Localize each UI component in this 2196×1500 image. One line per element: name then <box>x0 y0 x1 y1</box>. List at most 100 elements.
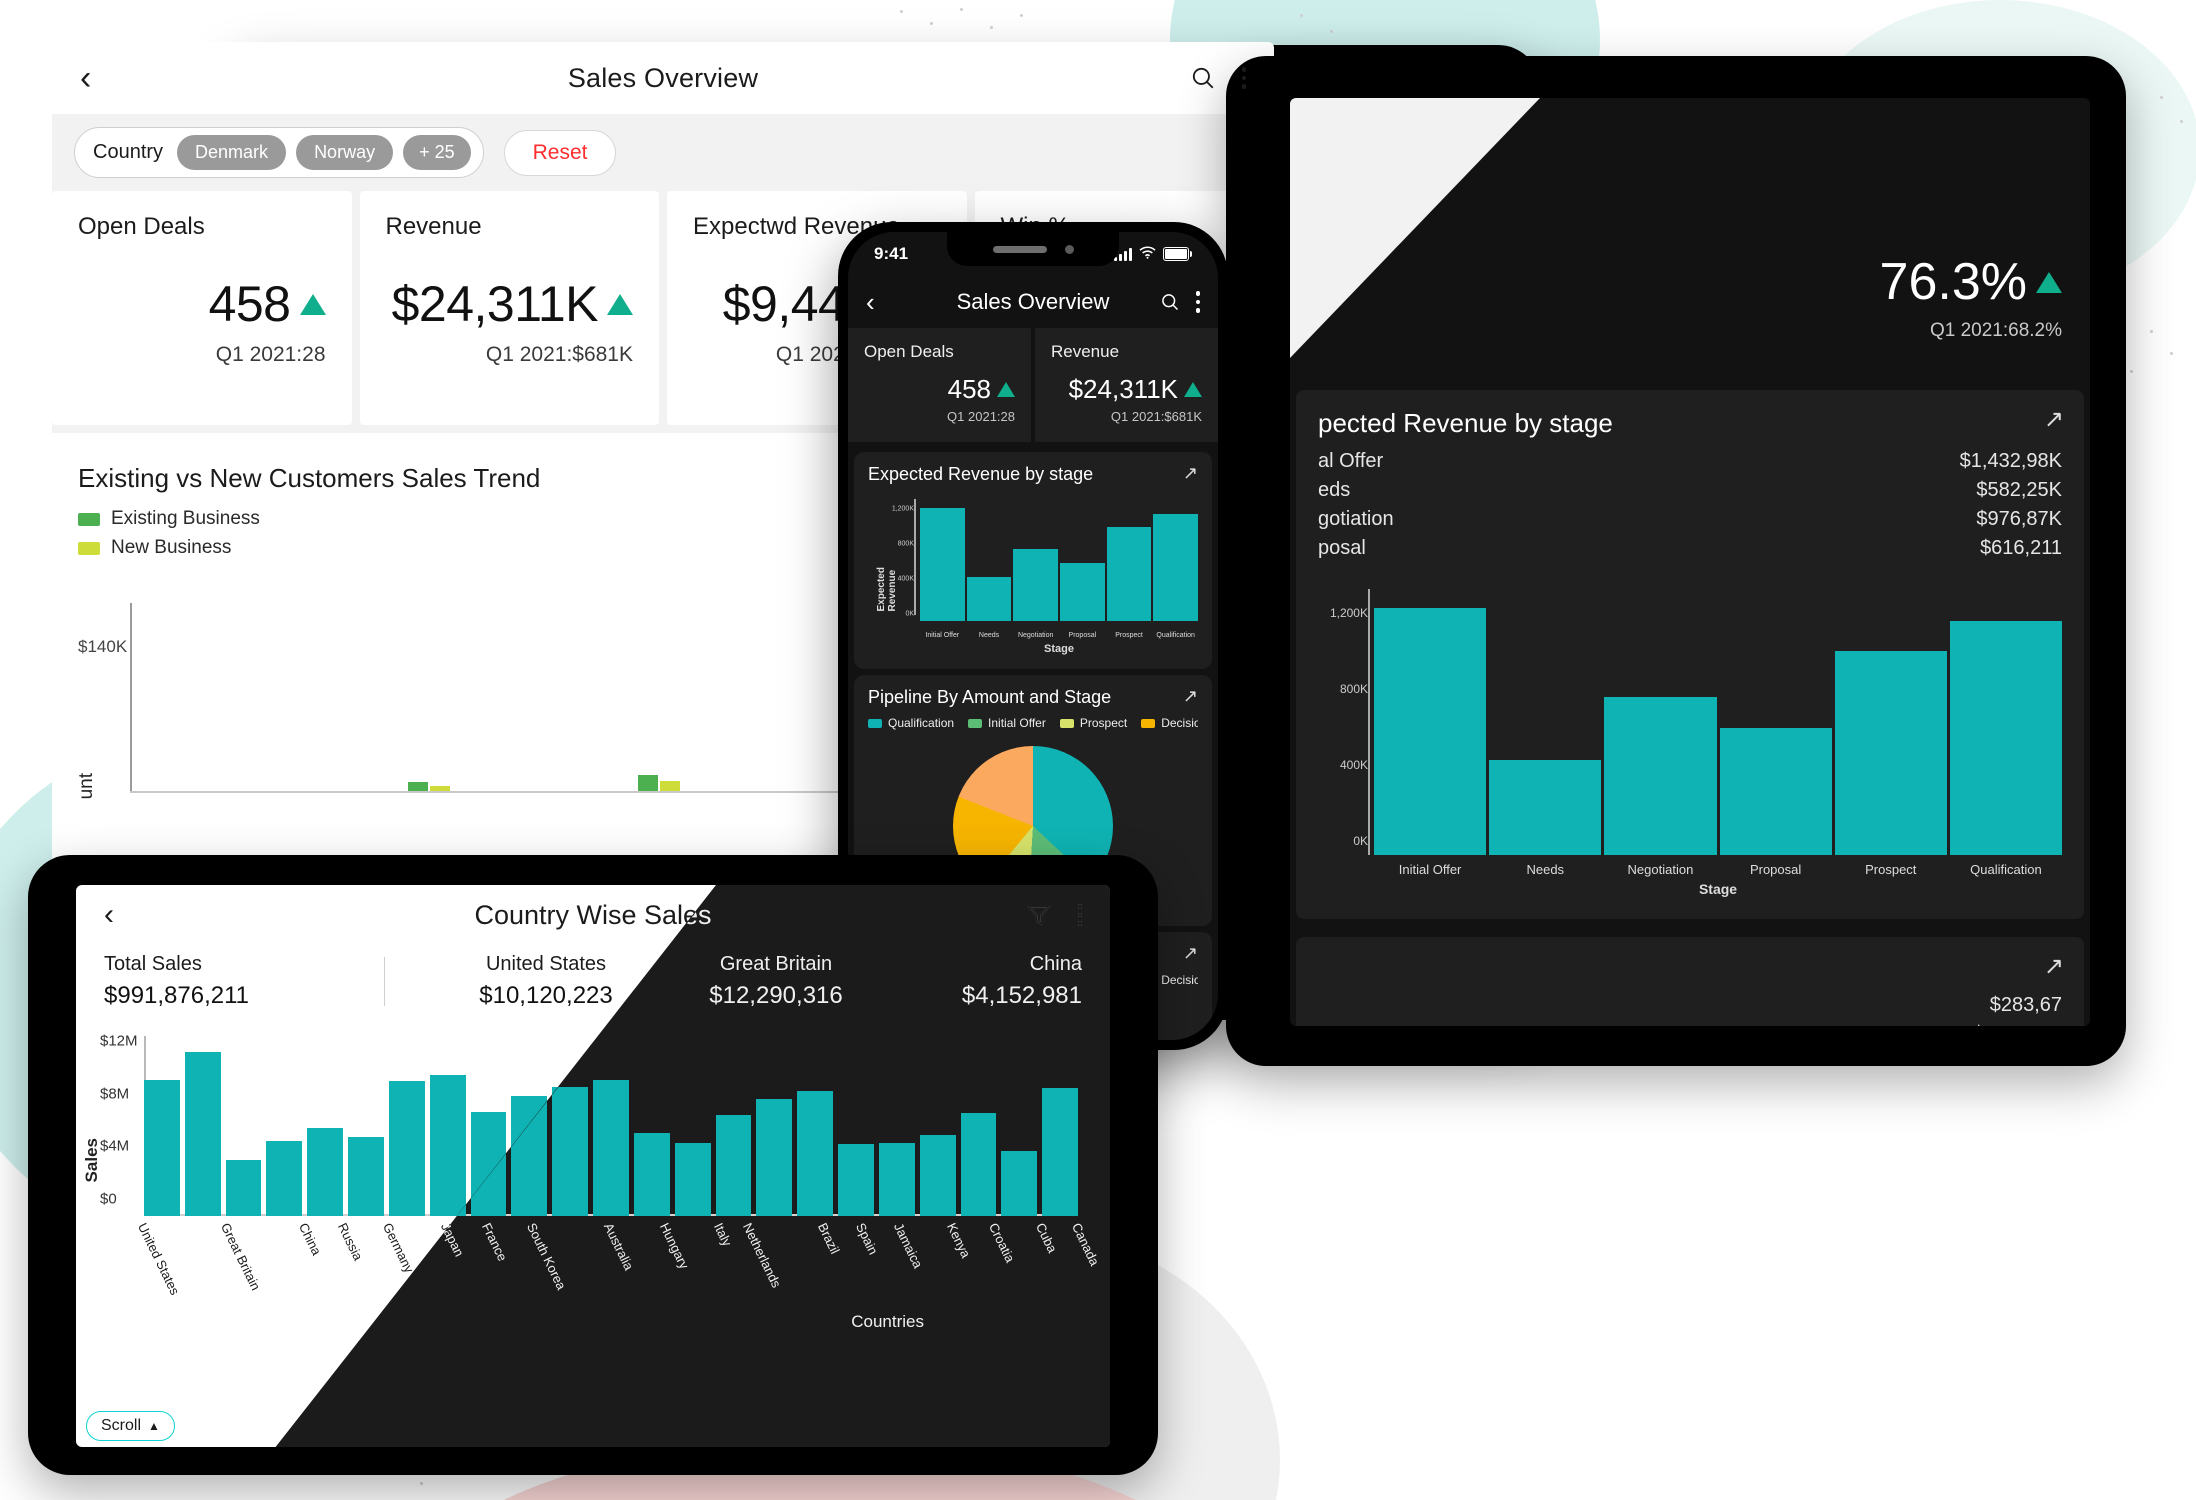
bar[interactable] <box>429 1074 466 1216</box>
kpi-card-revenue[interactable]: Revenue $24,311K Q1 2021:$681K <box>359 191 659 425</box>
bar[interactable] <box>1719 727 1832 855</box>
bar[interactable] <box>1374 608 1487 855</box>
bar-x-label: Qualification <box>1970 862 2042 877</box>
bar-x-label: Needs <box>978 632 1000 639</box>
legend-label: Initial Offer <box>988 716 1046 730</box>
bar[interactable] <box>715 1114 752 1216</box>
legend-swatch <box>78 512 100 526</box>
bar[interactable] <box>960 1113 997 1216</box>
phone-expected-revenue-bar-chart: Expected Revenue 0K 400K 800K 1,200K Initia… <box>876 499 1199 655</box>
bar-chart-y-tick: 1,200K <box>891 505 914 513</box>
bar[interactable] <box>511 1096 548 1216</box>
bar[interactable] <box>1949 621 2063 855</box>
bar[interactable] <box>593 1080 629 1216</box>
trend-up-icon <box>997 382 1015 397</box>
phone-notch <box>947 232 1119 266</box>
stage-label: posal <box>1318 537 1366 559</box>
bar[interactable] <box>1001 1150 1038 1216</box>
chart-y-axis-name: Sales <box>82 1138 101 1183</box>
country-kpi-value: $991,876,211 <box>104 982 250 1009</box>
filter-chip-norway[interactable]: Norway <box>296 135 394 170</box>
dark-expected-revenue-panel: ↗ pected Revenue by stage al Offer $1,432… <box>1296 390 2084 919</box>
kpi-number: 458 <box>208 276 291 332</box>
bar[interactable] <box>838 1144 874 1216</box>
legend-label: Prospect <box>1079 716 1128 730</box>
legend-label: Decision makers <box>1161 716 1198 730</box>
bar[interactable] <box>348 1137 384 1216</box>
kpi-value: $24,311K <box>386 275 633 333</box>
stage-value: $582,25K <box>1976 479 2062 501</box>
legend-swatch <box>1059 718 1074 728</box>
bar[interactable] <box>266 1141 303 1216</box>
bar[interactable] <box>388 1081 425 1216</box>
stage-value: $976,87K <box>1976 508 2062 530</box>
bar[interactable] <box>1604 697 1717 855</box>
chevron-left-icon[interactable]: ‹ <box>80 61 91 95</box>
expand-arrow-icon[interactable]: ↗ <box>2044 408 2064 432</box>
phone-kpi-card-revenue[interactable]: Revenue $24,311K Q1 2021:$681K <box>1035 328 1218 442</box>
front-camera-icon <box>1064 244 1074 254</box>
search-icon[interactable] <box>1160 292 1180 312</box>
bar[interactable] <box>225 1160 262 1216</box>
bar-chart-x-axis-name: Stage <box>1698 881 1738 897</box>
bar[interactable] <box>1013 548 1059 621</box>
dark-kpi-card-win-percent[interactable]: 76.3% Q1 2021:68.2% <box>1296 194 2084 366</box>
country-kpi-row: Total Sales $991,876,211 United States $… <box>76 945 1110 1010</box>
phone-pipeline-legend: Qualification Initial Offer Prospect Decisi… <box>868 716 1198 730</box>
country-appbar: ‹ Country Wise Sales <box>76 885 1110 945</box>
bar[interactable] <box>674 1142 711 1216</box>
bar[interactable] <box>1042 1088 1079 1216</box>
phone-kpi-value: $24,311K <box>1051 374 1202 405</box>
scroll-label: Scroll <box>101 1417 142 1434</box>
dark-bottom-panel: ↗ $283,67 $1,387,23 $2,409,70 $91,876,21… <box>1296 937 2084 1026</box>
kpi-title: Open Deals <box>78 213 205 240</box>
bar-x-label: Qualification <box>1156 632 1195 639</box>
phone-kpi-card-open-deals[interactable]: Open Deals 458 Q1 2021:28 <box>848 328 1031 442</box>
reset-button[interactable]: Reset <box>503 129 617 176</box>
country-filter-group[interactable]: Country Denmark Norway + 25 <box>74 127 484 178</box>
funnel-filter-icon[interactable] <box>1026 902 1052 928</box>
bar[interactable] <box>878 1142 915 1216</box>
expand-arrow-icon[interactable]: ↗ <box>1183 944 1198 962</box>
bar[interactable] <box>1489 760 1602 855</box>
bar[interactable] <box>307 1128 344 1216</box>
bar[interactable] <box>797 1090 834 1216</box>
search-icon[interactable] <box>1190 65 1216 91</box>
bar[interactable] <box>919 1134 956 1216</box>
bar[interactable] <box>920 507 965 621</box>
more-vertical-icon[interactable] <box>1077 904 1082 926</box>
kpi-value: 458 <box>78 275 326 333</box>
bottom-value-row: $1,387,23 <box>1318 1020 2062 1026</box>
expand-arrow-icon[interactable]: ↗ <box>1183 464 1198 482</box>
more-vertical-icon[interactable] <box>1195 291 1200 313</box>
legend-item: Decision makers <box>1141 716 1198 730</box>
chevron-left-icon[interactable]: ‹ <box>104 900 114 930</box>
trend-y-axis-name: unt <box>76 772 97 799</box>
kpi-card-open-deals[interactable]: Open Deals 458 Q1 2021:28 <box>52 191 352 425</box>
bar[interactable] <box>184 1052 221 1216</box>
bar[interactable] <box>1106 527 1152 621</box>
chevron-left-icon[interactable]: ‹ <box>866 287 875 318</box>
expand-arrow-icon[interactable]: ↗ <box>2044 955 2064 979</box>
bar-x-label: Negotiation <box>1017 632 1054 639</box>
trend-y-axis <box>130 603 132 793</box>
chevron-up-icon: ▲ <box>148 1419 160 1433</box>
more-vertical-icon[interactable] <box>1241 67 1246 89</box>
bar[interactable] <box>966 577 1012 621</box>
bar[interactable] <box>756 1098 793 1216</box>
country-kpi-great-britain: Great Britain $12,290,316 <box>671 953 881 1010</box>
bar[interactable] <box>552 1086 589 1216</box>
trend-up-icon <box>1184 382 1202 397</box>
bar[interactable] <box>1834 650 1947 855</box>
expand-arrow-icon[interactable]: ↗ <box>1183 687 1198 705</box>
legend-item: Qualification <box>868 716 954 730</box>
bar[interactable] <box>144 1080 180 1216</box>
chart-y-tick: $0 <box>100 1190 117 1208</box>
filter-chip-more[interactable]: + 25 <box>403 135 471 170</box>
filter-chip-denmark[interactable]: Denmark <box>177 135 287 170</box>
bar[interactable] <box>1153 513 1199 621</box>
bar[interactable] <box>470 1112 507 1216</box>
scroll-button[interactable]: Scroll ▲ <box>86 1411 175 1441</box>
bar[interactable] <box>633 1133 670 1216</box>
bar[interactable] <box>1060 562 1105 621</box>
